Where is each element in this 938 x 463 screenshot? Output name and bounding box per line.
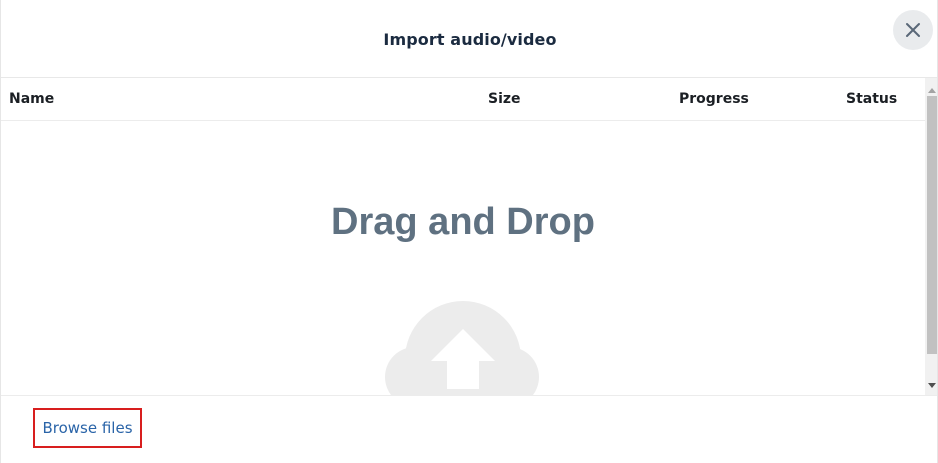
table-header: Name Size Progress Status [1, 78, 925, 121]
cloud-upload-icon [385, 301, 539, 395]
scroll-down-arrow-icon[interactable] [928, 383, 936, 388]
scrollbar-thumb[interactable] [927, 96, 937, 354]
close-button[interactable] [893, 10, 933, 50]
dialog-footer: Browse files [1, 395, 937, 463]
drop-zone[interactable]: Drag and Drop [1, 121, 925, 395]
vertical-scrollbar[interactable] [925, 78, 937, 395]
browse-files-button[interactable]: Browse files [33, 408, 142, 448]
close-icon [906, 23, 920, 37]
column-name[interactable]: Name [9, 91, 54, 107]
import-dialog: Import audio/video Name Size Progress St… [0, 0, 938, 463]
drop-zone-text: Drag and Drop [331, 201, 595, 243]
dialog-title: Import audio/video [383, 30, 557, 49]
column-status[interactable]: Status [846, 91, 897, 107]
dialog-header: Import audio/video [1, 0, 937, 78]
scroll-up-arrow-icon[interactable] [928, 88, 936, 93]
column-size[interactable]: Size [488, 91, 521, 107]
column-progress[interactable]: Progress [679, 91, 749, 107]
